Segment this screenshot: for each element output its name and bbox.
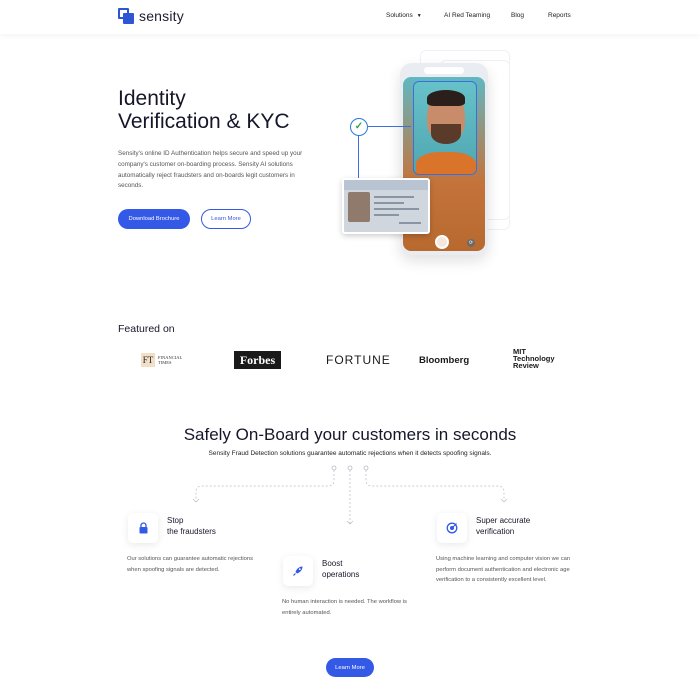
financial-times-logo: FT FINANCIAL TIMES [141,350,182,370]
lock-icon [128,513,158,543]
feature-stop-title: Stop the fraudsters [167,515,216,537]
nav-solutions-label: Solutions [386,12,413,19]
hero-title-line1: Identity [118,87,186,110]
bloomberg-logo: Bloomberg [419,354,470,366]
feature-stop-title-line1: Stop [167,516,184,525]
site-header: sensity Solutions ▼ AI Red Teaming Blog … [0,0,700,34]
section-title: Safely On-Board your customers in second… [183,425,517,444]
learn-more-bottom-button[interactable]: Learn More [326,658,374,677]
ft-mark: FT [141,353,155,367]
feature-accurate-title-line2: verification [476,527,515,536]
feature-stop-title-line2: the fraudsters [167,527,216,536]
rocket-icon [283,556,313,586]
featured-on-title: Featured on [118,323,175,335]
sensity-logo[interactable]: sensity [118,8,184,24]
feature-stop-description: Our solutions can guarantee automatic re… [127,556,253,573]
logo-text: sensity [139,8,184,24]
feature-accurate-title-line1: Super accurate [476,516,531,525]
target-icon [437,513,467,543]
hero-title-line2: Verification & KYC [118,110,290,133]
feature-accurate-description: Using machine learning and computer visi… [436,556,571,583]
feature-boost-title-line1: Boost [322,559,343,568]
nav-reports[interactable]: Reports [548,12,571,19]
learn-more-button[interactable]: Learn More [201,209,251,229]
section-subtitle: Sensity Fraud Detection solutions guaran… [208,450,492,457]
checkmark-icon: ✓ [350,118,368,136]
ft-line2: TIMES [158,360,172,365]
nav-solutions[interactable]: Solutions ▼ [386,12,422,19]
feature-boost-title-line2: operations [322,570,360,579]
nav-blog[interactable]: Blog [511,12,524,19]
hero-title: Identity Verification & KYC [118,87,290,133]
forbes-logo: Forbes [234,351,281,369]
download-brochure-button[interactable]: Download Brochure [118,209,190,229]
mit-technology-review-logo: MIT Technology Review [513,348,555,374]
camera-switch-icon: ⟳ [467,239,475,247]
sensity-logo-icon [118,8,134,24]
shutter-button [435,235,449,249]
feature-boost-title: Boost operations [322,558,359,580]
mit-line3: Review [513,361,539,370]
fortune-logo: FORTUNE [326,353,391,367]
nav-ai-red-teaming[interactable]: AI Red Teaming [444,12,490,19]
hero-description: Sensity's online ID Authentication helps… [118,150,303,190]
chevron-down-icon: ▼ [416,12,422,19]
feature-boost-description: No human interaction is needed. The work… [282,599,407,616]
id-card-image [342,178,430,234]
id-verification-illustration: ⟳ ✓ [330,45,530,265]
feature-accurate-title: Super accurate verification [476,515,530,537]
ft-wordmark: FINANCIAL TIMES [158,355,182,365]
face-scan-frame [413,81,477,175]
